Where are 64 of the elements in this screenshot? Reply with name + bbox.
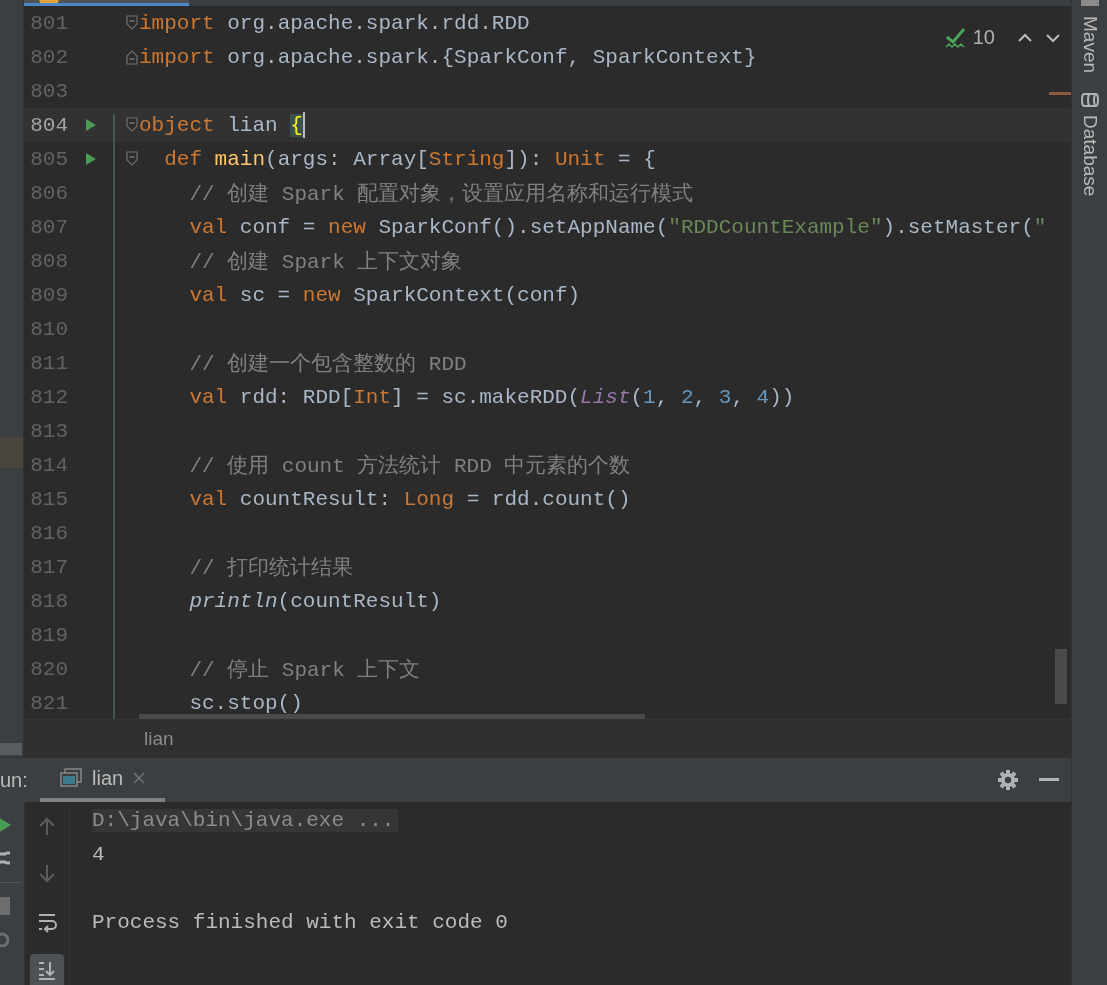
line-number: 809 — [29, 283, 68, 307]
line-number: 821 — [29, 691, 68, 715]
code-line: val rdd: RDD[Int] = sc.makeRDD(List(1, 2, 3, 4)) — [189, 385, 795, 409]
code-comment: // 创建 Spark 上下文对象 — [189, 249, 463, 275]
fold-icon[interactable] — [126, 49, 138, 65]
run-icon[interactable] — [84, 118, 97, 132]
line-number: 802 — [29, 45, 68, 69]
line-number: 816 — [29, 521, 68, 545]
fold-icon[interactable] — [126, 15, 138, 31]
line-number: 801 — [29, 11, 68, 35]
line-number: 815 — [29, 487, 68, 511]
scrollbar-thumb[interactable] — [139, 714, 645, 719]
code-line: val countResult: Long = rdd.count() — [189, 487, 631, 511]
line-number: 818 — [29, 589, 68, 613]
chevron-up-icon[interactable] — [1017, 32, 1033, 43]
console-output: Process finished with exit code 0 — [92, 910, 508, 934]
line-number: 812 — [29, 385, 68, 409]
scrollbar-thumb[interactable] — [1055, 649, 1067, 704]
console-output: 4 — [92, 842, 105, 866]
database-icon — [1080, 93, 1099, 108]
line-number: 820 — [29, 657, 68, 681]
line-number: 806 — [29, 181, 68, 205]
line-number: 810 — [29, 317, 68, 341]
line-number: 803 — [29, 79, 68, 103]
fold-icon[interactable] — [126, 151, 138, 167]
minimize-icon[interactable] — [1039, 778, 1059, 782]
chevron-down-icon[interactable] — [1045, 32, 1061, 43]
line-number: 819 — [29, 623, 68, 647]
code-comment: // 创建一个包含整数的 RDD — [189, 351, 467, 377]
code-line: import org.apache.spark.rdd.RDD — [139, 11, 530, 35]
text-caret — [302, 112, 305, 138]
code-line: val conf = new SparkConf().setAppName("RDDCountExample").setMaster(" — [189, 215, 1047, 239]
code-line: sc.stop() — [189, 691, 303, 715]
tool-window-button[interactable]: Database — [1078, 87, 1101, 211]
line-number: 808 — [29, 249, 68, 273]
console-icon — [60, 768, 82, 788]
code-line: import org.apache.spark.{SparkConf, SparkContext} — [139, 45, 757, 69]
breadcrumb-item[interactable]: lian — [144, 727, 174, 750]
code-line: object lian { — [139, 113, 303, 137]
code-comment: // 停止 Spark 上下文 — [189, 657, 421, 683]
line-number: 804 — [29, 113, 68, 137]
line-number: 814 — [29, 453, 68, 477]
code-comment: // 使用 count 方法统计 RDD 中元素的个数 — [189, 453, 631, 479]
check-icon[interactable] — [944, 26, 967, 49]
line-number: 805 — [29, 147, 68, 171]
panel-title: un: — [0, 768, 29, 792]
inspection-count[interactable]: 10 — [972, 26, 995, 49]
code-line: println(countResult) — [189, 589, 442, 613]
line-number: 817 — [29, 555, 68, 579]
editor-tab[interactable] — [24, 0, 189, 6]
code-comment: // 打印统计结果 — [189, 555, 354, 581]
run-icon[interactable] — [0, 816, 12, 834]
scroll-to-end-icon[interactable] — [30, 954, 64, 985]
line-number: 807 — [29, 215, 68, 239]
scrollbar-thumb[interactable] — [0, 743, 22, 755]
code-line: val sc = new SparkContext(conf) — [189, 283, 581, 307]
tool-window-button[interactable]: Maven — [1078, 12, 1101, 88]
code-comment: // 创建 Spark 配置对象，设置应用名称和运行模式 — [189, 181, 694, 207]
close-icon[interactable] — [133, 772, 146, 784]
line-number: 811 — [29, 351, 68, 375]
code-line: def main(args: Array[String]): Unit = { — [164, 147, 656, 171]
run-icon[interactable] — [84, 152, 97, 166]
line-number: 813 — [29, 419, 68, 443]
fold-icon[interactable] — [126, 117, 138, 133]
